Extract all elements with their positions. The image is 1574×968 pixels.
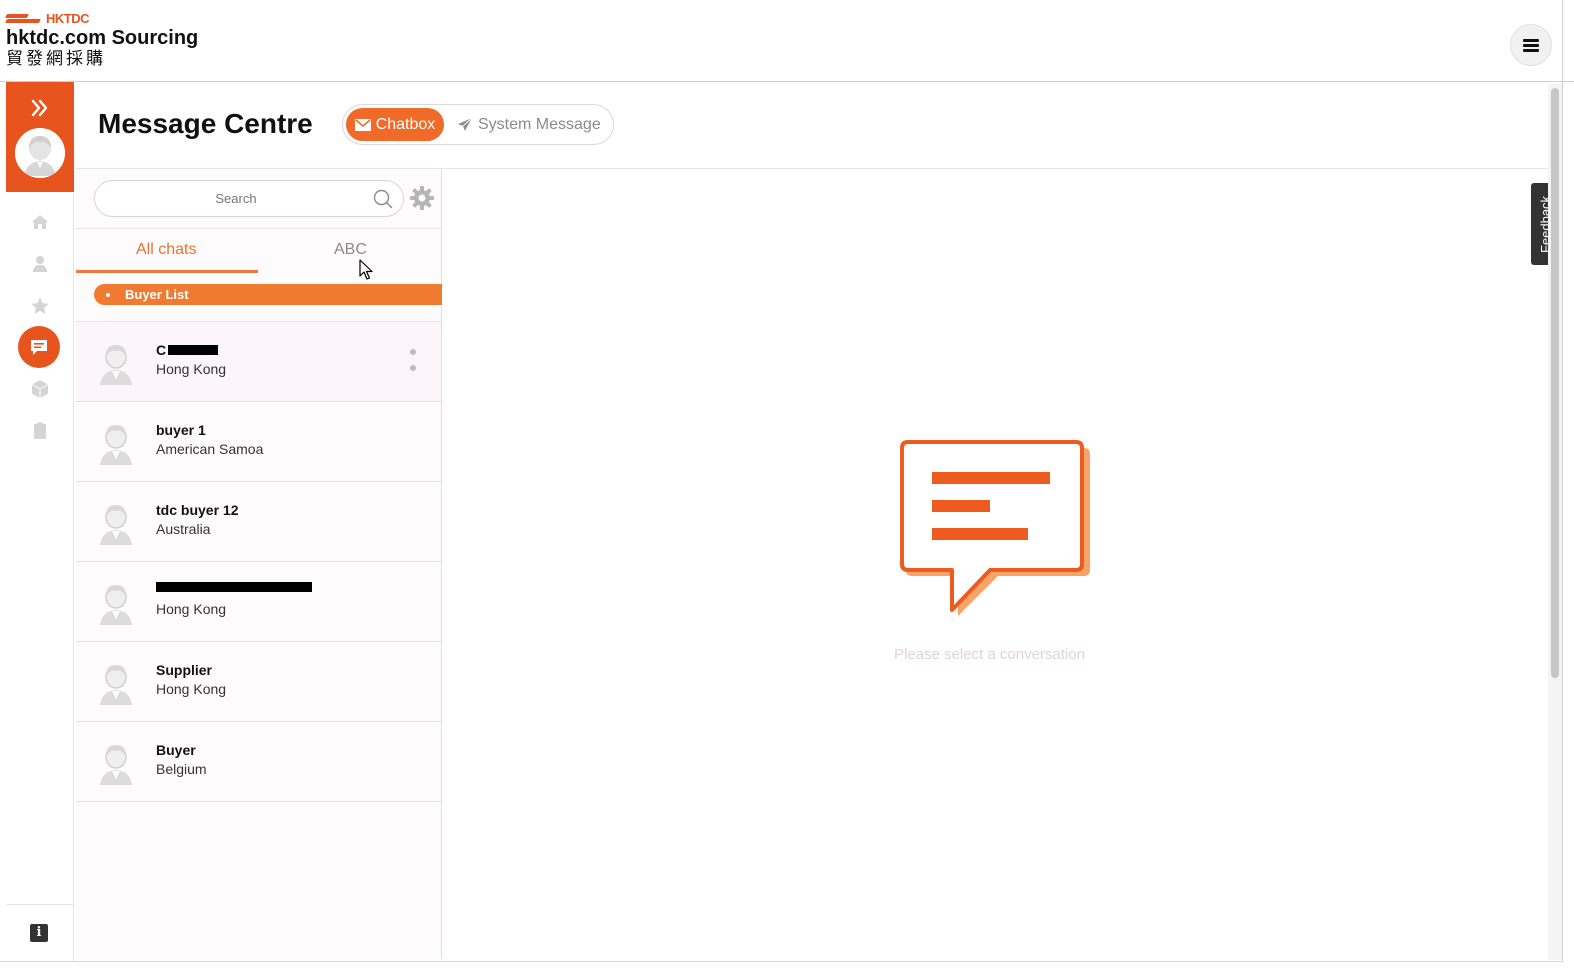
rail-header xyxy=(6,82,74,192)
contact-avatar-icon xyxy=(100,745,132,785)
contact-name: C xyxy=(156,342,167,358)
contact-location: Belgium xyxy=(156,761,207,777)
person-icon xyxy=(33,256,47,272)
system-message-tab-label: System Message xyxy=(478,115,601,133)
contact-name: tdc buyer 12 xyxy=(156,502,239,518)
contact-avatar-icon xyxy=(100,505,132,545)
nav-home[interactable] xyxy=(30,212,50,232)
hamburger-icon xyxy=(1523,39,1539,52)
buyer-list-group-header[interactable]: Buyer List xyxy=(94,284,442,305)
chatbox-tab[interactable]: Chatbox xyxy=(346,108,444,141)
nav-profile[interactable] xyxy=(30,254,50,274)
list-item[interactable]: tdc buyer 12 Australia xyxy=(76,482,441,562)
contact-location: Hong Kong xyxy=(156,681,227,697)
chatbox-tab-label: Chatbox xyxy=(375,115,436,133)
top-header: HKTDC hktdc.com Sourcing 貿發網採購 xyxy=(0,0,1574,82)
box-icon xyxy=(31,380,49,398)
double-chevron-right-icon xyxy=(31,99,48,117)
main-menu-button[interactable] xyxy=(1510,24,1552,66)
gear-icon[interactable] xyxy=(409,185,435,211)
list-item[interactable]: Supplier Hong Kong xyxy=(76,642,441,722)
active-tab-indicator xyxy=(76,270,258,273)
empty-state-message: Please select a conversation xyxy=(894,646,1085,663)
more-options-icon[interactable] xyxy=(409,349,417,371)
list-item[interactable]: C Hong Kong xyxy=(76,322,441,402)
chat-list: C Hong Kong buyer 1 American Samoa tdc b… xyxy=(76,322,441,802)
search-box xyxy=(94,180,404,217)
contact-location: American Samoa xyxy=(156,441,264,457)
search-divider xyxy=(76,228,441,229)
page-title: Message Centre xyxy=(98,108,313,139)
nav-favourites[interactable] xyxy=(30,296,50,316)
site-title-chinese: 貿發網採購 xyxy=(6,49,106,69)
redacted-text xyxy=(156,582,312,592)
nav-orders[interactable] xyxy=(30,421,50,441)
contact-avatar-icon xyxy=(100,345,132,385)
message-type-toggle: Chatbox System Message xyxy=(342,104,614,145)
window-edge xyxy=(0,961,1563,962)
page-scrollbar[interactable] xyxy=(1548,84,1562,960)
site-title: hktdc.com Sourcing xyxy=(6,27,199,49)
user-avatar[interactable] xyxy=(15,128,65,178)
contact-location: Australia xyxy=(156,521,211,537)
system-message-tab[interactable]: System Message xyxy=(457,108,601,141)
mouse-cursor-icon xyxy=(359,259,373,280)
envelope-icon xyxy=(354,118,371,131)
nav-products[interactable] xyxy=(30,379,50,399)
site-logo[interactable]: HKTDC hktdc.com Sourcing 貿發網採購 xyxy=(5,10,199,69)
contact-location: Hong Kong xyxy=(156,601,227,617)
scrollbar-thumb[interactable] xyxy=(1551,88,1559,678)
home-icon xyxy=(32,215,48,229)
contact-name: Supplier xyxy=(156,662,213,678)
contact-avatar-icon xyxy=(100,665,132,705)
left-navigation-rail: i xyxy=(6,82,74,962)
clipboard-icon xyxy=(34,422,46,439)
list-item[interactable]: Buyer Belgium xyxy=(76,722,441,802)
contact-name: buyer 1 xyxy=(156,422,206,438)
hktdc-logo-mark-icon xyxy=(5,12,44,24)
redacted-text xyxy=(168,345,218,355)
group-label: Buyer List xyxy=(125,287,189,302)
search-input[interactable] xyxy=(105,181,367,216)
rail-divider xyxy=(6,904,74,905)
tab-abc[interactable]: ABC xyxy=(334,241,367,259)
nav-messages[interactable] xyxy=(18,326,60,368)
expand-rail-button[interactable] xyxy=(28,96,52,120)
star-icon xyxy=(31,297,49,314)
user-avatar-icon xyxy=(15,128,65,178)
empty-conversation-illustration-icon xyxy=(900,440,1090,616)
contact-name: Buyer xyxy=(156,742,196,758)
contact-avatar-icon xyxy=(100,585,132,625)
tab-all-chats[interactable]: All chats xyxy=(136,241,196,259)
search-icon[interactable] xyxy=(373,189,393,209)
contact-location: Hong Kong xyxy=(156,361,227,377)
brand-mark-text: HKTDC xyxy=(46,10,90,26)
paper-plane-icon xyxy=(458,117,473,131)
window-edge xyxy=(1562,0,1563,962)
info-icon[interactable]: i xyxy=(30,924,48,942)
chat-list-panel: All chats ABC Buyer List C Hong Kong buy… xyxy=(76,169,442,959)
list-item[interactable]: buyer 1 American Samoa xyxy=(76,402,441,482)
chat-icon xyxy=(31,340,47,355)
contact-avatar-icon xyxy=(100,425,132,465)
list-item[interactable]: Hong Kong xyxy=(76,562,441,642)
bullet-icon xyxy=(106,292,110,297)
